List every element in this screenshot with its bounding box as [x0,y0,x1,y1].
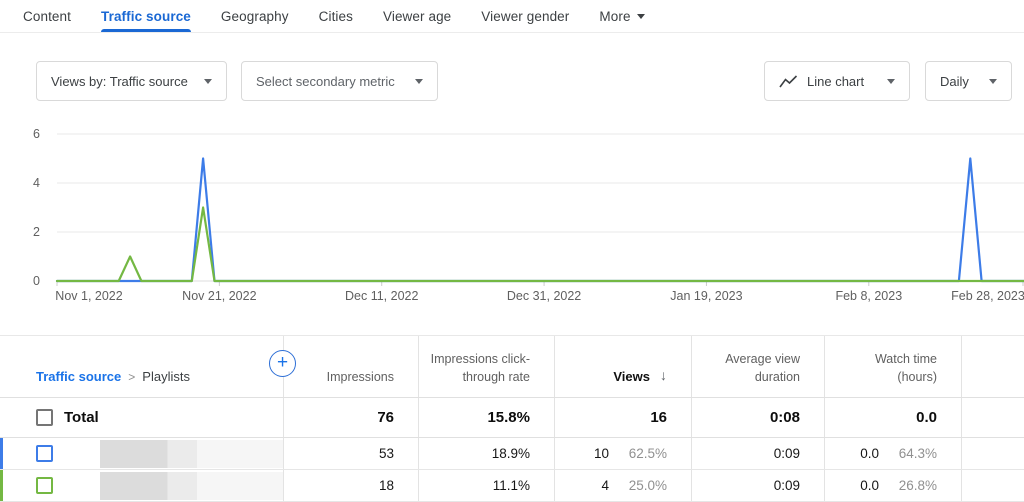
row-avg-duration: 0:09 [774,478,800,493]
row-views-percent: 62.5% [621,446,667,461]
total-avg-duration: 0:08 [692,398,825,437]
column-header-impressions[interactable]: Impressions [284,336,419,397]
row-watch-time: 0.0 [860,478,879,493]
analytics-tab-bar: Content Traffic source Geography Cities View… [0,0,1024,33]
interval-dropdown[interactable]: Daily [925,61,1012,101]
tab-label: Cities [319,9,353,24]
column-header-watch-time[interactable]: Watch time (hours) [825,336,962,397]
column-header-views[interactable]: Views↓ [555,336,692,397]
total-watch-time: 0.0 [825,398,962,437]
table-row: 18 11.1% 4 25.0% 0:09 0.0 26.8% [0,470,1024,502]
add-metric-button[interactable]: + [269,350,296,377]
chevron-down-icon [415,79,423,84]
row-impressions: 53 [379,446,394,461]
column-header-avg-view-duration[interactable]: Average view duration [692,336,825,397]
row-views: 4 [601,478,609,493]
chevron-down-icon [637,14,645,19]
table-row: 53 18.9% 10 62.5% 0:09 0.0 64.3% [0,438,1024,470]
row-color-bar [0,470,3,501]
row-impressions: 18 [379,478,394,493]
row-avg-duration: 0:09 [774,446,800,461]
x-axis-tick-label: Dec 11, 2022 [345,289,418,303]
breadcrumb: Traffic source > Playlists [36,368,190,387]
series-playlist-row-2 [57,208,1024,282]
tab-label: Viewer gender [481,9,569,24]
breadcrumb-traffic-source-link[interactable]: Traffic source [36,369,121,384]
chart-canvas [0,119,1024,314]
row-spacer [962,470,1024,501]
y-axis-tick-label: 2 [10,224,40,240]
tab-viewer-gender[interactable]: Viewer gender [481,0,569,32]
total-impressions: 76 [284,398,419,437]
tab-label: Traffic source [101,9,191,24]
y-axis-tick-label: 6 [10,126,40,142]
row-watch-time-percent: 64.3% [891,446,937,461]
breadcrumb-current-playlists: Playlists [142,369,190,384]
table-header-row: Traffic source > Playlists + Impressions I… [0,336,1024,398]
y-axis-tick-label: 4 [10,175,40,191]
y-axis-tick-label: 0 [10,273,40,289]
row-watch-time-percent: 26.8% [891,478,937,493]
total-row-label: Total [64,409,99,426]
tab-label: More [599,9,630,24]
row-views-percent: 25.0% [621,478,667,493]
row-views: 10 [594,446,609,461]
chevron-down-icon [204,79,212,84]
tab-content[interactable]: Content [23,0,71,32]
redacted-row-label [100,472,283,500]
tab-more[interactable]: More [599,0,644,32]
traffic-source-table: Traffic source > Playlists + Impressions I… [0,335,1024,502]
tab-cities[interactable]: Cities [319,0,353,32]
table-total-row: Total 76 15.8% 16 0:08 0.0 [0,398,1024,438]
x-axis-tick-label: Jan 19, 2023 [670,289,742,303]
row-ctr: 18.9% [492,446,530,461]
chart-type-label: Line chart [807,74,864,89]
tab-label: Viewer age [383,9,451,24]
chart-type-dropdown[interactable]: Line chart [764,61,910,101]
row-spacer [962,438,1024,469]
x-axis-tick-label: Nov 21, 2022 [182,289,256,303]
tab-viewer-age[interactable]: Viewer age [383,0,451,32]
tab-label: Geography [221,9,289,24]
row-checkbox[interactable] [36,445,53,462]
chevron-down-icon [887,79,895,84]
column-header-impressions-ctr[interactable]: Impressions click-through rate [419,336,555,397]
redacted-row-label [100,440,283,468]
total-ctr: 15.8% [419,398,555,437]
x-axis-tick-label: Feb 8, 2023 [835,289,902,303]
tab-geography[interactable]: Geography [221,0,289,32]
sort-descending-icon: ↓ [660,366,667,386]
total-spacer [962,398,1024,437]
views-by-label: Views by: Traffic source [51,74,188,89]
views-by-dropdown[interactable]: Views by: Traffic source [36,61,227,101]
tab-traffic-source[interactable]: Traffic source [101,0,191,32]
total-row-checkbox[interactable] [36,409,53,426]
x-axis-tick-label: Nov 1, 2022 [55,289,122,303]
row-color-bar [0,438,3,469]
total-views: 16 [555,398,692,437]
secondary-metric-label: Select secondary metric [256,74,395,89]
filter-row: Views by: Traffic source Select secondar… [0,61,1024,101]
interval-label: Daily [940,74,969,89]
tab-label: Content [23,9,71,24]
x-axis-tick-label: Feb 28, 2023 [951,289,1024,303]
x-axis-tick-label: Dec 31, 2022 [507,289,581,303]
chevron-down-icon [989,79,997,84]
row-watch-time: 0.0 [860,446,879,461]
traffic-source-line-chart: 6 4 2 0 Nov 1, 2022 Nov 21, 2022 Dec 11, 2022 D… [0,119,1024,314]
row-ctr: 11.1% [493,478,530,493]
breadcrumb-separator: > [128,370,135,384]
column-header-spacer [962,336,1024,397]
row-checkbox[interactable] [36,477,53,494]
secondary-metric-dropdown[interactable]: Select secondary metric [241,61,438,101]
line-chart-icon [779,75,798,88]
